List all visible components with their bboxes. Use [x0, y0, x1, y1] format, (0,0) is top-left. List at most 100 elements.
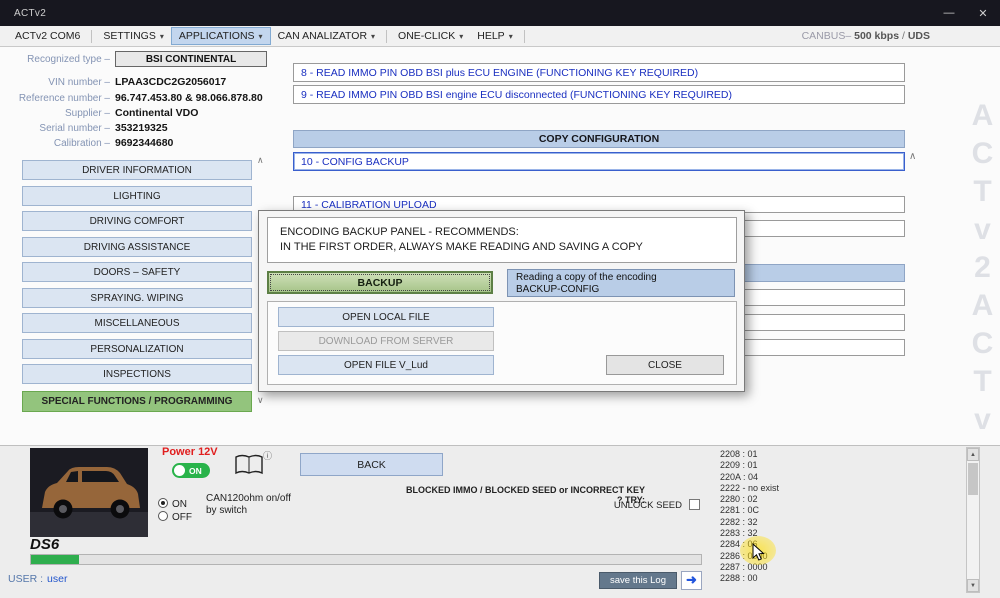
window-title: ACTv2	[14, 8, 46, 19]
save-log-button[interactable]: save this Log	[599, 572, 677, 589]
title-bar: ACTv2 — ✕	[0, 0, 1000, 26]
calibration-label: Calibration –	[0, 138, 110, 149]
log-entry: 2208 : 01	[720, 449, 960, 460]
progress-bar	[30, 554, 702, 565]
can-note-line1: CAN120ohm on/off	[206, 493, 291, 505]
category-driving-comfort[interactable]: DRIVING COMFORT	[22, 211, 252, 231]
radio-off-icon[interactable]	[158, 511, 168, 521]
log-entry: 2288 : 00	[720, 573, 960, 584]
chevron-down-icon: ▾	[160, 32, 164, 41]
function-row-8[interactable]: 8 - READ IMMO PIN OBD BSI plus ECU ENGIN…	[293, 63, 905, 82]
function-row-9[interactable]: 9 - READ IMMO PIN OBD BSI engine ECU dis…	[293, 85, 905, 104]
dialog-message-line2: IN THE FIRST ORDER, ALWAYS MAKE READING …	[280, 240, 724, 255]
serial-label: Serial number –	[0, 123, 110, 134]
chevron-down-icon: ▾	[259, 32, 263, 41]
menu-actv2-com6[interactable]: ACTv2 COM6	[8, 28, 87, 44]
backup-button[interactable]: BACKUP	[267, 271, 493, 294]
close-icon[interactable]: ✕	[966, 0, 1000, 26]
canbus-status: CANBUS– 500 kbps / UDS	[802, 30, 1000, 42]
chevron-down-icon: ▾	[459, 32, 463, 41]
power-toggle[interactable]: ON	[172, 463, 210, 478]
radio-off-label: OFF	[172, 512, 192, 523]
user-status: USER : user	[8, 573, 67, 585]
menu-label: APPLICATIONS	[179, 30, 255, 42]
log-entry: 2281 : 0C	[720, 505, 960, 516]
category-spraying-wiping[interactable]: SPRAYING. WIPING	[22, 288, 252, 308]
serial-row: Serial number – 353219325	[0, 120, 300, 136]
menu-label: HELP	[477, 30, 504, 42]
unlock-seed-checkbox[interactable]	[689, 499, 700, 510]
menu-separator	[386, 30, 387, 43]
serial-value: 353219325	[115, 122, 168, 134]
log-entry: 2280 : 02	[720, 494, 960, 505]
back-button[interactable]: BACK	[300, 453, 443, 476]
forward-arrow-icon[interactable]: ➜	[681, 571, 702, 590]
category-driver-information[interactable]: DRIVER INFORMATION	[22, 160, 252, 180]
canbus-speed: 500 kbps	[854, 30, 899, 42]
can-note-line2: by switch	[206, 505, 291, 517]
list-scroll-up-icon[interactable]: ∧	[909, 151, 916, 162]
user-label: USER :	[8, 573, 43, 585]
scroll-down-icon[interactable]: ▼	[967, 579, 979, 592]
category-driving-assistance[interactable]: DRIVING ASSISTANCE	[22, 237, 252, 257]
dialog-message-line1: ENCODING BACKUP PANEL - RECOMMENDS:	[280, 225, 724, 240]
reference-value: 96.747.453.80 & 98.066.878.80	[115, 92, 263, 104]
category-doors-safety[interactable]: DOORS – SAFETY	[22, 262, 252, 282]
mouse-cursor-icon	[752, 543, 766, 566]
recognized-type-label: Recognized type –	[0, 54, 110, 65]
canbus-divider: /	[902, 30, 905, 42]
category-personalization[interactable]: PERSONALIZATION	[22, 339, 252, 359]
open-file-vlud-button[interactable]: OPEN FILE V_Lud	[278, 355, 494, 375]
calibration-value: 9692344680	[115, 137, 173, 149]
menu-can-analizator[interactable]: CAN ANALIZATOR ▾	[271, 28, 382, 44]
vehicle-photo	[30, 448, 148, 537]
dialog-file-group: OPEN LOCAL FILE DOWNLOAD FROM SERVER OPE…	[267, 301, 737, 385]
category-special-functions[interactable]: SPECIAL FUNCTIONS / PROGRAMMING	[22, 391, 252, 412]
scroll-up-icon[interactable]: ▲	[967, 448, 979, 461]
scroll-down-icon[interactable]: ∨	[257, 395, 264, 406]
recognized-type-row: Recognized type – BSI CONTINENTAL	[0, 51, 300, 67]
power-12v-label: Power 12V	[162, 446, 218, 458]
log-entry: 2282 : 32	[720, 517, 960, 528]
toggle-on-label: ON	[189, 466, 202, 476]
log-entry: 2222 - no exist	[720, 483, 960, 494]
progress-fill	[31, 555, 79, 564]
manual-book-icon[interactable]	[234, 452, 264, 483]
minimize-icon[interactable]: —	[932, 0, 966, 26]
user-value: user	[47, 573, 67, 585]
menu-applications[interactable]: APPLICATIONS ▾	[171, 27, 271, 45]
log-entry: 220A : 04	[720, 472, 960, 483]
menu-label: CAN ANALIZATOR	[278, 30, 367, 42]
function-row-10[interactable]: 10 - CONFIG BACKUP	[293, 152, 905, 171]
radio-off-row[interactable]: OFF	[158, 507, 192, 525]
menu-settings[interactable]: SETTINGS ▾	[96, 28, 171, 44]
calibration-row: Calibration – 9692344680	[0, 135, 300, 151]
vin-row: VIN number – LPAA3CDC2G2056017	[0, 74, 300, 90]
info-icon: ⓘ	[263, 449, 272, 462]
can-termination-note: CAN120ohm on/off by switch	[206, 493, 291, 517]
category-lighting[interactable]: LIGHTING	[22, 186, 252, 206]
menu-one-click[interactable]: ONE-CLICK▾	[391, 28, 470, 44]
menu-help[interactable]: HELP▾	[470, 28, 519, 44]
backup-info-line2: BACKUP-CONFIG	[516, 284, 726, 296]
category-miscellaneous[interactable]: MISCELLANEOUS	[22, 313, 252, 333]
download-from-server-button: DOWNLOAD FROM SERVER	[278, 331, 494, 351]
canbus-label: CANBUS–	[802, 30, 852, 42]
scroll-up-icon[interactable]: ∧	[257, 155, 264, 166]
dialog-close-button[interactable]: CLOSE	[606, 355, 724, 375]
chevron-down-icon: ▾	[371, 32, 375, 41]
toggle-knob-icon	[174, 465, 185, 476]
menu-label: SETTINGS	[103, 30, 156, 42]
supplier-label: Supplier –	[0, 108, 110, 119]
copy-configuration-header: COPY CONFIGURATION	[293, 130, 905, 148]
backup-info-panel: Reading a copy of the encoding BACKUP-CO…	[507, 269, 735, 297]
reference-row: Reference number – 96.747.453.80 & 98.06…	[0, 90, 300, 106]
open-local-file-button[interactable]: OPEN LOCAL FILE	[278, 307, 494, 327]
log-entry: 2209 : 01	[720, 460, 960, 471]
canbus-protocol: UDS	[908, 30, 930, 42]
scrollbar-thumb[interactable]	[968, 463, 978, 495]
log-scrollbar[interactable]: ▲ ▼	[966, 447, 980, 593]
window-controls: — ✕	[932, 0, 1000, 26]
watermark: ACTv2ACTv2ACTv2ACTv2	[926, 99, 998, 489]
category-inspections[interactable]: INSPECTIONS	[22, 364, 252, 384]
